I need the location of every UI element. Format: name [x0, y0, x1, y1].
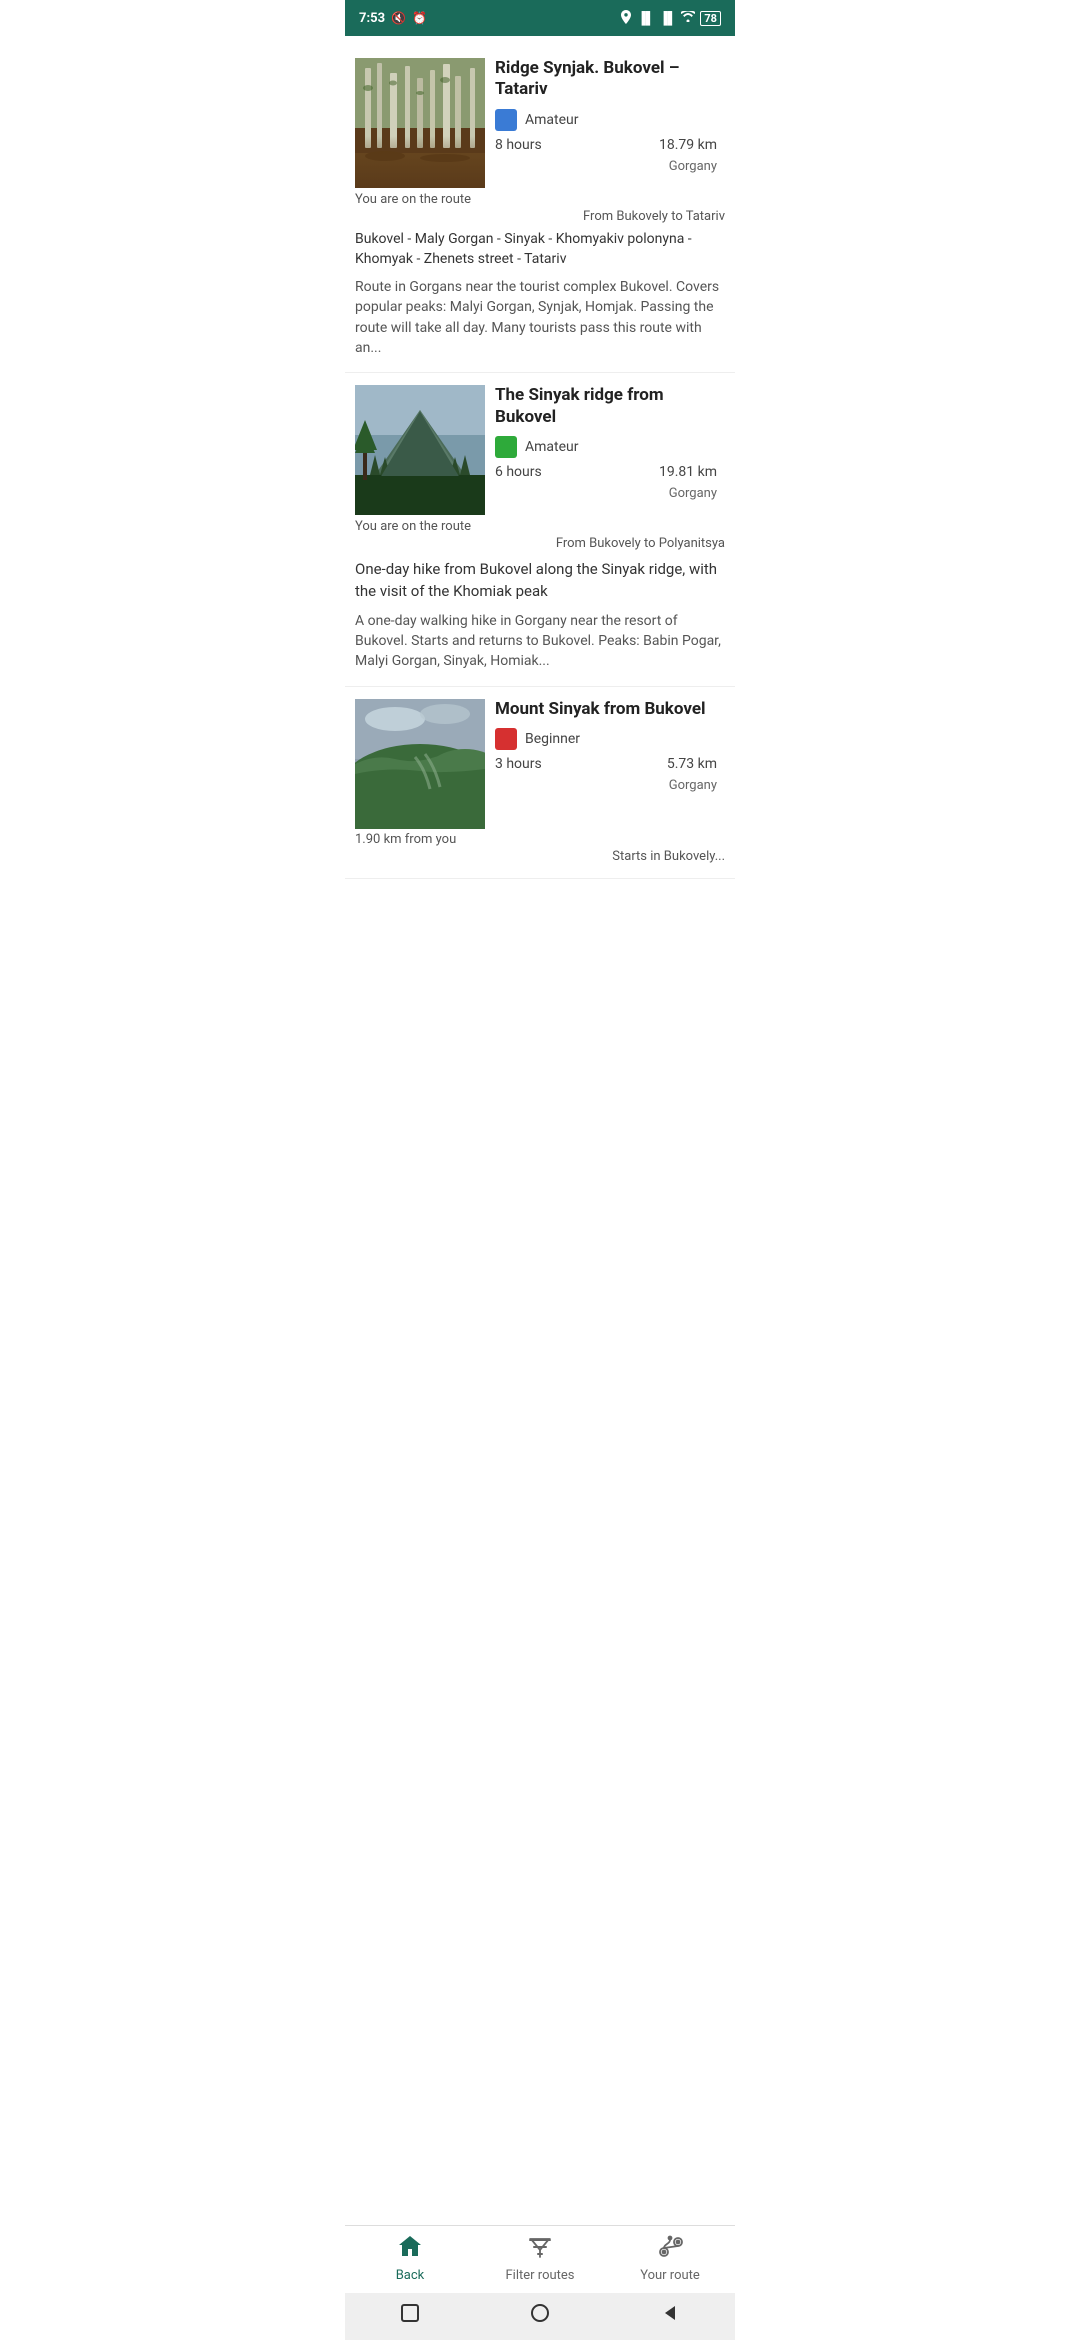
route-description2-2: A one-day walking hike in Gorgany near t…: [345, 603, 735, 672]
sys-circle-btn[interactable]: [530, 2303, 550, 2328]
nav-back[interactable]: Back: [345, 2234, 475, 2283]
route-distance-3: 5.73 km: [667, 756, 717, 772]
sys-back-btn[interactable]: [661, 2304, 679, 2327]
route-image-2: [355, 385, 485, 515]
route-description-2: One-day hike from Bukovel along the Siny…: [345, 551, 735, 603]
route-hours-1: 8 hours: [495, 137, 542, 153]
status-bar: 7:53 🔇 ⏰ ▐▌ ▐▌ 78: [345, 0, 735, 36]
house-icon: [397, 2234, 423, 2264]
route-status-2: You are on the route: [345, 515, 735, 534]
location-icon: [620, 10, 632, 27]
nav-filter-label: Filter routes: [506, 2268, 575, 2283]
nav-filter[interactable]: Filter routes: [475, 2234, 605, 2283]
distance-from-you-3: 1.90 km from you: [345, 829, 735, 847]
signal-icon: ▐▌: [637, 11, 654, 25]
route-top-3: Mount Sinyak from Bukovel Beginner 3 hou…: [345, 699, 735, 829]
nav-your-route-label: Your route: [640, 2268, 700, 2283]
wifi-icon: [681, 11, 695, 25]
route-info-3: Mount Sinyak from Bukovel Beginner 3 hou…: [495, 699, 725, 793]
difficulty-badge-1: [495, 109, 517, 131]
nav-back-label: Back: [396, 2268, 425, 2283]
route-top-1: Ridge Synjak. Bukovel – Tatariv Amateur …: [345, 58, 735, 188]
route-description-1: Route in Gorgans near the tourist comple…: [345, 269, 735, 358]
sys-square-btn[interactable]: [401, 2304, 419, 2327]
route-title-1: Ridge Synjak. Bukovel – Tatariv: [495, 58, 725, 101]
route-region-2: Gorgany: [495, 486, 725, 501]
route-image-3: [355, 699, 485, 829]
route-from-1: From Bukovely to Tatariv: [345, 207, 735, 224]
route-title-2: The Sinyak ridge from Bukovel: [495, 385, 725, 428]
route-from-2: From Bukovely to Polyanitsya: [345, 534, 735, 551]
route-from-3: Starts in Bukovely...: [345, 847, 735, 864]
route-status-1: You are on the route: [345, 188, 735, 207]
nav-your-route[interactable]: Your route: [605, 2234, 735, 2283]
mute-icon: 🔇: [391, 11, 406, 25]
difficulty-label-1: Amateur: [525, 112, 579, 128]
bottom-wrapper: Back Filter routes: [345, 2225, 735, 2340]
route-title-3: Mount Sinyak from Bukovel: [495, 699, 725, 720]
route-meta-2: Amateur: [495, 436, 725, 458]
route-list: Ridge Synjak. Bukovel – Tatariv Amateur …: [345, 36, 735, 959]
route-distance-1: 18.79 km: [659, 137, 717, 153]
difficulty-label-2: Amateur: [525, 439, 579, 455]
route-card-2[interactable]: The Sinyak ridge from Bukovel Amateur 6 …: [345, 373, 735, 686]
battery-icon: 78: [700, 11, 721, 26]
route-meta-3: Beginner: [495, 728, 725, 750]
route-icon: [656, 2234, 684, 2264]
route-hours-3: 3 hours: [495, 756, 542, 772]
app-bottom-nav: Back Filter routes: [345, 2225, 735, 2293]
route-waypoints-1: Bukovel - Maly Gorgan - Sinyak - Khomyak…: [345, 224, 735, 269]
route-card-1[interactable]: Ridge Synjak. Bukovel – Tatariv Amateur …: [345, 46, 735, 373]
difficulty-badge-2: [495, 436, 517, 458]
route-card-3[interactable]: Mount Sinyak from Bukovel Beginner 3 hou…: [345, 687, 735, 879]
difficulty-label-3: Beginner: [525, 731, 580, 747]
alarm-icon: ⏰: [412, 11, 427, 25]
route-top-2: The Sinyak ridge from Bukovel Amateur 6 …: [345, 385, 735, 515]
sys-nav-bar: [345, 2293, 735, 2340]
route-distance-2: 19.81 km: [659, 464, 717, 480]
status-time: 7:53: [359, 11, 385, 26]
route-hours-2: 6 hours: [495, 464, 542, 480]
signal2-icon: ▐▌: [659, 11, 676, 25]
route-region-1: Gorgany: [495, 159, 725, 174]
route-info-2: The Sinyak ridge from Bukovel Amateur 6 …: [495, 385, 725, 501]
route-region-3: Gorgany: [495, 778, 725, 793]
route-meta-1: Amateur: [495, 109, 725, 131]
difficulty-badge-3: [495, 728, 517, 750]
route-image-1: [355, 58, 485, 188]
filter-icon: [527, 2234, 553, 2264]
route-info-1: Ridge Synjak. Bukovel – Tatariv Amateur …: [495, 58, 725, 174]
